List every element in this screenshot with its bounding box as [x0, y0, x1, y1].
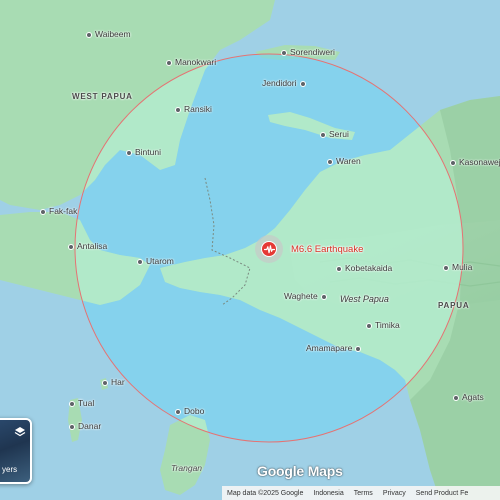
privacy-link[interactable]: Privacy	[378, 490, 411, 497]
place-waren[interactable]: Waren	[327, 157, 361, 166]
province-label-west-papua: West Papua	[340, 294, 389, 304]
place-serui[interactable]: Serui	[320, 130, 349, 139]
send-feedback-link[interactable]: Send Product Fe	[411, 490, 474, 497]
place-kobetakaida[interactable]: Kobetakaida	[336, 264, 392, 273]
place-timika[interactable]: Timika	[366, 321, 400, 330]
earthquake-marker[interactable]	[255, 235, 283, 263]
place-waghete[interactable]: Waghete	[284, 292, 330, 301]
seismic-wave-icon	[261, 241, 277, 257]
place-amamapare[interactable]: Amamapare	[306, 344, 364, 353]
map-data-attribution: Map data ©2025 Google	[227, 489, 304, 497]
google-maps-logo: Google Maps	[257, 463, 343, 479]
place-bintuni[interactable]: Bintuni	[126, 148, 161, 157]
region-label-papua: PAPUA	[438, 301, 470, 310]
island-label-trangan: Trangan	[171, 463, 203, 473]
place-fakfak[interactable]: Fak-fak	[40, 207, 77, 216]
layers-icon	[14, 427, 26, 437]
place-mulia[interactable]: Mulia	[443, 263, 472, 272]
place-ransiki[interactable]: Ransiki	[175, 105, 212, 114]
place-tual[interactable]: Tual	[69, 399, 94, 408]
attribution-bar: Map data ©2025 Google Indonesia Terms Pr…	[222, 486, 500, 500]
place-utarom[interactable]: Utarom	[137, 257, 174, 266]
place-agats[interactable]: Agats	[453, 393, 484, 402]
place-antalisa[interactable]: Antalisa	[68, 242, 107, 251]
place-danar[interactable]: Danar	[69, 422, 101, 431]
place-kasonaweja[interactable]: Kasonaweja	[450, 158, 500, 167]
place-dobo[interactable]: Dobo	[175, 407, 204, 416]
layers-button[interactable]: yers	[0, 418, 32, 484]
place-har[interactable]: Har	[102, 378, 125, 387]
country-link[interactable]: Indonesia	[308, 490, 348, 497]
layers-button-label: yers	[2, 465, 18, 474]
region-label-west-papua: WEST PAPUA	[72, 92, 133, 101]
map-viewport[interactable]: WEST PAPUA PAPUA West Papua Waibeem Mano…	[0, 0, 500, 500]
place-sorendiweri[interactable]: Sorendiweri	[281, 48, 335, 57]
place-waibeem[interactable]: Waibeem	[86, 30, 131, 39]
place-manokwari[interactable]: Manokwari	[166, 58, 216, 67]
terms-link[interactable]: Terms	[349, 490, 378, 497]
place-jendidori[interactable]: Jendidori	[262, 79, 309, 88]
earthquake-label[interactable]: M6.6 Earthquake	[291, 244, 363, 255]
